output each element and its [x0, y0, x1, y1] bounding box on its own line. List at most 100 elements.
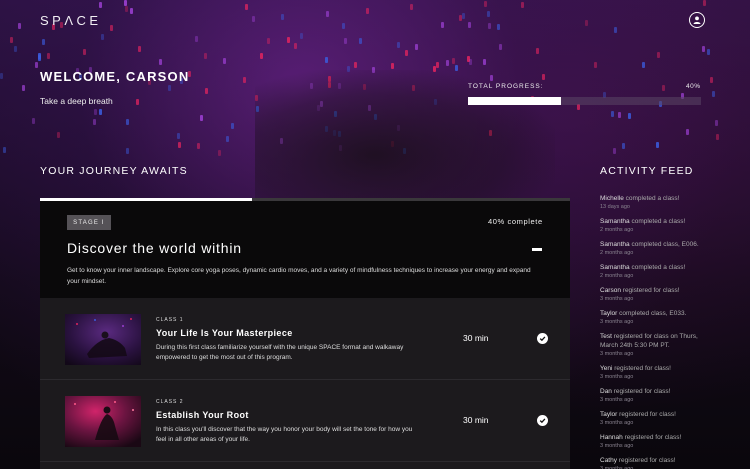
- feed-item: Taylor completed class, E033. 3 months ag…: [600, 309, 710, 327]
- class-thumbnail[interactable]: [65, 396, 141, 447]
- stage-badge: STAGE I: [67, 215, 111, 230]
- feed-item-user: Test: [600, 333, 612, 340]
- feed-item-text: Hannah registered for class!: [600, 433, 710, 442]
- feed-item-user: Yeni: [600, 365, 613, 372]
- feed-item-action: registered for class!: [622, 287, 680, 294]
- bokeh-dot: [468, 21, 472, 28]
- bokeh-dot: [627, 112, 631, 119]
- bokeh-dot: [365, 7, 369, 14]
- bokeh-dot: [251, 15, 255, 22]
- feed-item: Dan registered for class! 3 months ago: [600, 387, 710, 405]
- feed-item-time: 3 months ago: [600, 397, 634, 403]
- bokeh-dot: [223, 57, 227, 64]
- bokeh-dot: [611, 111, 615, 118]
- feed-item-time: 3 months ago: [600, 443, 634, 449]
- user-account-button[interactable]: [689, 12, 705, 28]
- bokeh-dot: [657, 51, 661, 58]
- bokeh-dot: [266, 37, 270, 44]
- bokeh-dot: [260, 52, 264, 59]
- bokeh-dot: [231, 122, 235, 129]
- feed-item-action: registered for class!: [614, 365, 671, 372]
- bokeh-dot: [440, 21, 444, 28]
- feed-item-time: 3 months ago: [600, 420, 634, 426]
- bokeh-dot: [458, 14, 462, 21]
- class-thumbnail[interactable]: [65, 314, 141, 365]
- feed-item-action: registered for class!: [624, 434, 682, 441]
- bokeh-dot: [31, 118, 35, 125]
- activity-feed-list: Michelle completed a class! 13 days ago Sa…: [600, 194, 710, 469]
- feed-item-time: 3 months ago: [600, 466, 634, 469]
- bokeh-dot: [410, 3, 414, 10]
- bokeh-dot: [656, 142, 660, 149]
- class-description: In this class you'll discover that the w…: [156, 426, 413, 443]
- space-logo[interactable]: SPΛCE: [40, 13, 102, 28]
- feed-item: Carson registered for class! 3 months ago: [600, 286, 710, 304]
- bokeh-dot: [702, 0, 706, 7]
- class-row[interactable]: CLASS 2 Establish Your Root In this clas…: [40, 380, 570, 462]
- bokeh-dot: [126, 147, 130, 154]
- bokeh-dot: [497, 23, 501, 30]
- bokeh-dot: [614, 26, 618, 33]
- class-number: CLASS 2: [156, 399, 184, 405]
- bokeh-dot: [2, 146, 6, 153]
- bokeh-dot: [35, 61, 39, 68]
- bokeh-dot: [9, 36, 13, 43]
- feed-item-action: registered for class!: [618, 457, 676, 464]
- bokeh-dot: [710, 77, 714, 84]
- bokeh-dot: [468, 59, 472, 66]
- feed-item-text: Test registered for class on Thurs, Marc…: [600, 332, 710, 350]
- class-row[interactable]: CLASS 1 Your Life Is Your Masterpiece Du…: [40, 298, 570, 380]
- bokeh-dot: [0, 73, 4, 80]
- bokeh-dot: [92, 118, 96, 125]
- bokeh-dot: [461, 12, 465, 19]
- bokeh-dot: [47, 53, 51, 60]
- stage-complete-text: 40% complete: [488, 217, 543, 226]
- bokeh-dot: [498, 44, 502, 51]
- bokeh-dot: [415, 44, 419, 51]
- bokeh-dot: [482, 58, 486, 65]
- feed-item-user: Taylor: [600, 310, 618, 317]
- journey-panel: STAGE I 40% complete Discover the world …: [40, 198, 570, 469]
- bokeh-dot: [342, 23, 346, 30]
- class-title[interactable]: Your Life Is Your Masterpiece: [156, 328, 293, 338]
- bokeh-dot: [716, 134, 720, 141]
- total-progress-value: 40%: [686, 83, 701, 90]
- feed-item-user: Cathy: [600, 457, 617, 464]
- bokeh-dot: [621, 143, 625, 150]
- bokeh-dot: [137, 45, 141, 52]
- feed-item-user: Dan: [600, 388, 612, 395]
- user-icon: [693, 16, 701, 24]
- feed-item: Samantha completed a class! 2 months ago: [600, 263, 710, 281]
- feed-item-text: Yeni registered for class!: [600, 364, 710, 373]
- bokeh-dot: [100, 33, 104, 40]
- bokeh-dot: [159, 59, 163, 66]
- bokeh-dot: [446, 60, 450, 67]
- bokeh-dot: [176, 132, 180, 139]
- bokeh-dot: [702, 45, 706, 52]
- feed-item-time: 3 months ago: [600, 296, 634, 302]
- feed-item-time: 2 months ago: [600, 273, 634, 279]
- feed-item-user: Hannah: [600, 434, 623, 441]
- feed-item-user: Michelle: [600, 195, 624, 202]
- welcome-heading: WELCOME, CARSON: [40, 69, 190, 84]
- feed-item-time: 13 days ago: [600, 204, 630, 210]
- bokeh-dot: [177, 142, 181, 149]
- feed-item-text: Taylor completed class, E033.: [600, 309, 710, 318]
- bokeh-dot: [242, 76, 246, 83]
- bokeh-dot: [294, 42, 298, 49]
- class-title[interactable]: Establish Your Root: [156, 410, 249, 420]
- stage-description: Get to know your inner landscape. Explor…: [67, 267, 531, 285]
- bokeh-dot: [436, 61, 440, 68]
- feed-item: Samantha completed class, E006. 2 months …: [600, 240, 710, 258]
- collapse-stage-button[interactable]: [532, 248, 542, 251]
- bokeh-dot: [484, 1, 488, 8]
- bokeh-dot: [123, 0, 127, 7]
- bokeh-dot: [98, 1, 102, 8]
- bokeh-dot: [358, 37, 362, 44]
- completed-check-icon: [537, 415, 548, 426]
- stage-header[interactable]: STAGE I 40% complete Discover the world …: [40, 201, 570, 298]
- feed-item-time: 2 months ago: [600, 227, 634, 233]
- feed-item-text: Cathy registered for class!: [600, 456, 710, 465]
- bokeh-dot: [685, 129, 689, 136]
- feed-item-text: Samantha completed a class!: [600, 217, 710, 226]
